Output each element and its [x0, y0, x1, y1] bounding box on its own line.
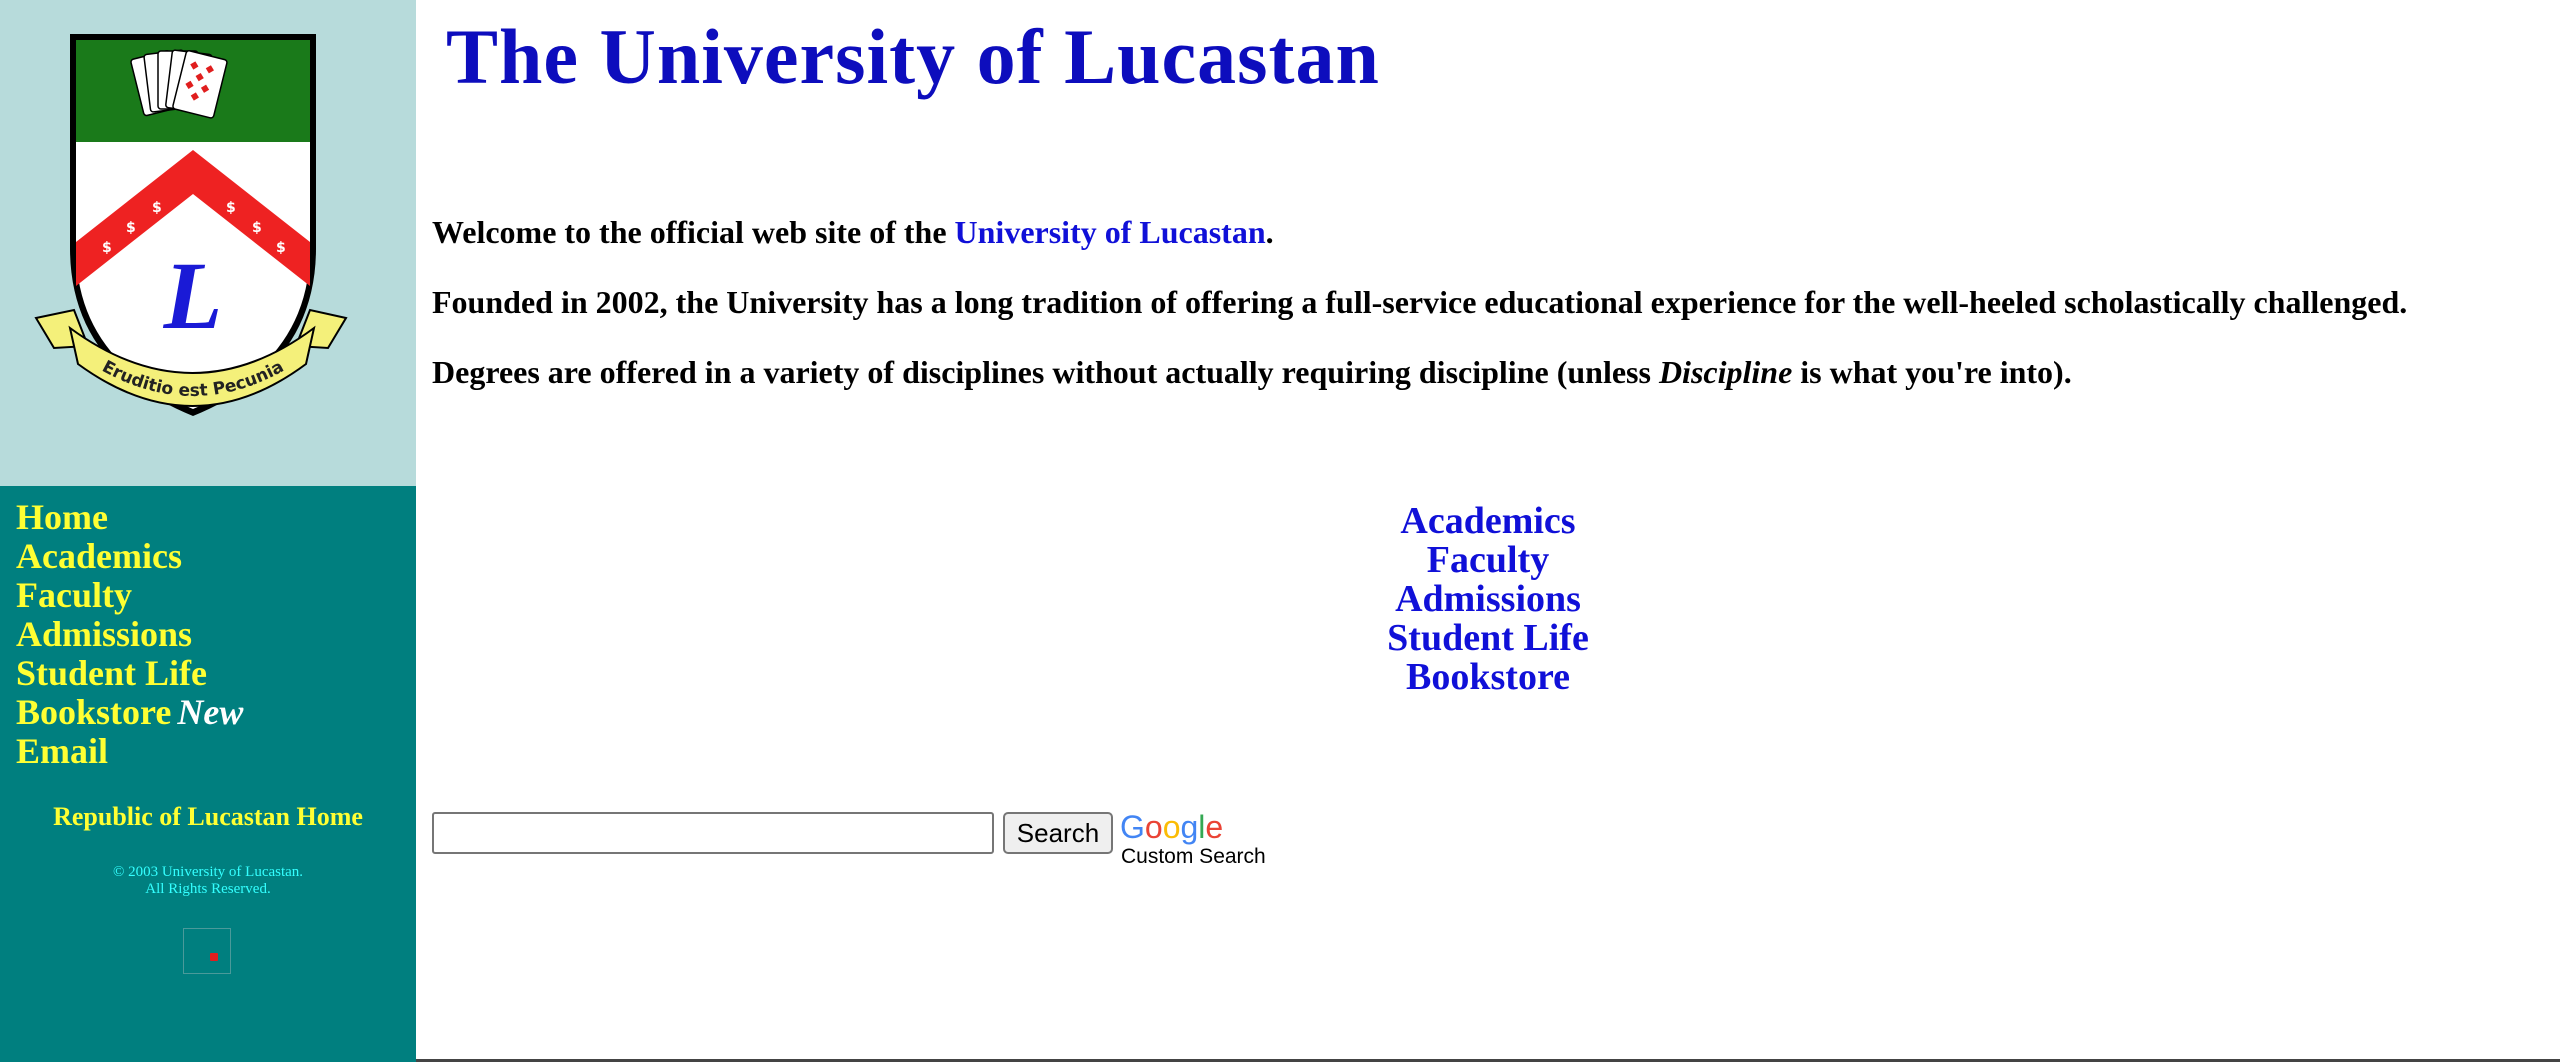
degrees-paragraph: Degrees are offered in a variety of disc… [432, 354, 2072, 390]
chevron-dollar-sign: $ [226, 200, 236, 216]
center-admissions-link[interactable]: Admissions [1288, 580, 1688, 619]
founded-paragraph: Founded in 2002, the University has a lo… [432, 284, 2408, 320]
university-crest-logo: $ $ $ $ $ $ L Eruditio est Pecunia [34, 34, 348, 416]
center-academics-link[interactable]: Academics [1288, 502, 1688, 541]
search-button[interactable]: Search [1003, 812, 1113, 854]
custom-search-label: Custom Search [1121, 845, 1266, 868]
nav-panel: Home Academics Faculty Admissions Studen… [0, 486, 416, 1062]
crest-letter: L [163, 242, 223, 349]
logo-panel: $ $ $ $ $ $ L Eruditio est Pecunia [0, 0, 416, 486]
chevron-dollar-sign: $ [126, 220, 136, 236]
welcome-paragraph: Welcome to the official web site of the … [432, 214, 1274, 250]
nav-faculty-link[interactable]: Faculty [16, 576, 243, 615]
republic-home-link[interactable]: Republic of Lucastan Home [0, 802, 416, 832]
playing-cards-icon [130, 49, 228, 119]
nav-academics-link[interactable]: Academics [16, 537, 243, 576]
sidebar-nav: Home Academics Faculty Admissions Studen… [16, 498, 243, 771]
nav-email-link[interactable]: Email [16, 732, 243, 771]
discipline-emphasis: Discipline [1658, 354, 1793, 390]
chevron-dollar-sign: $ [276, 240, 286, 256]
nav-admissions-link[interactable]: Admissions [16, 615, 243, 654]
chevron-dollar-sign: $ [152, 200, 162, 216]
broken-image-icon[interactable] [183, 928, 231, 974]
center-bookstore-link[interactable]: Bookstore [1288, 658, 1688, 697]
university-link[interactable]: University of Lucastan [955, 214, 1266, 250]
nav-home-link[interactable]: Home [16, 498, 243, 537]
chevron-dollar-sign: $ [252, 220, 262, 236]
new-badge: New [177, 692, 244, 732]
center-faculty-link[interactable]: Faculty [1288, 541, 1688, 580]
chevron-dollar-sign: $ [102, 240, 112, 256]
copyright-notice: © 2003 University of Lucastan. All Right… [0, 864, 416, 898]
image-dot [210, 953, 218, 961]
center-student-life-link[interactable]: Student Life [1288, 619, 1688, 658]
center-nav: Academics Faculty Admissions Student Lif… [1288, 502, 1688, 697]
search-input[interactable] [432, 812, 994, 854]
nav-bookstore-link[interactable]: Bookstore New [16, 693, 243, 732]
copyright-line: All Rights Reserved. [145, 881, 271, 897]
google-logo: Google [1120, 809, 1224, 845]
nav-student-life-link[interactable]: Student Life [16, 654, 243, 693]
copyright-line: © 2003 University of Lucastan. [112, 864, 304, 880]
page-title: The University of Lucastan [446, 13, 1380, 100]
